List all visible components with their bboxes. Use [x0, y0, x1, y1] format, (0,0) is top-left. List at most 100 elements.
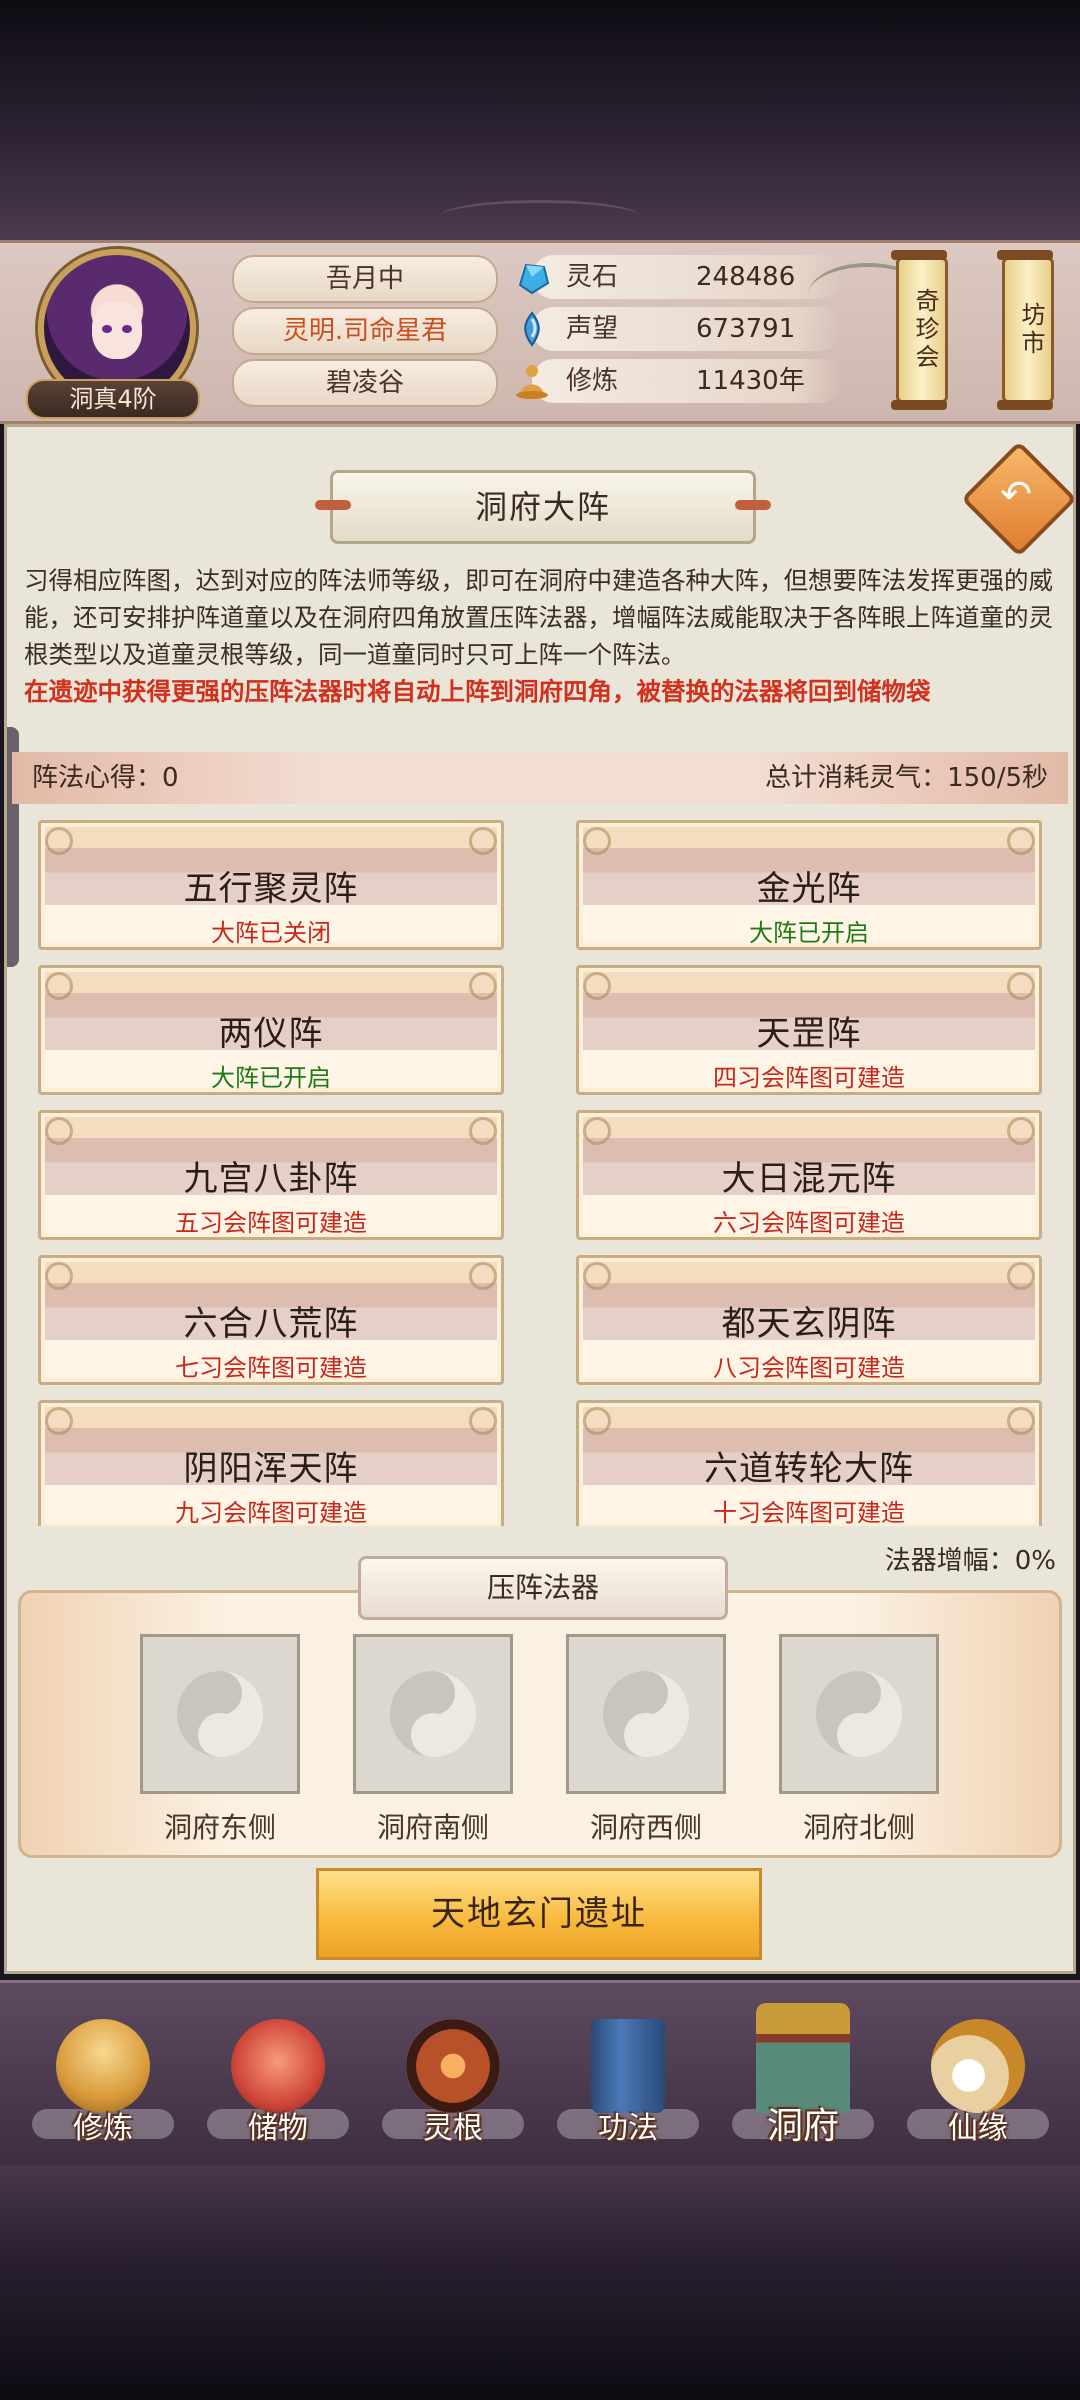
yin-yang-icon: [390, 1671, 476, 1757]
card-corner: [1007, 1117, 1035, 1145]
nav-label: 仙缘: [948, 2111, 1008, 2146]
card-corner: [1007, 827, 1035, 855]
spirit-stone-icon: [518, 263, 550, 295]
card-corner: [45, 1407, 73, 1435]
bottom-backdrop: [0, 2160, 1080, 2400]
banner-knob: [735, 500, 771, 510]
artifact-slot-north[interactable]: [779, 1634, 939, 1794]
info-bar: 阵法心得：0 总计消耗灵气：150/5秒: [12, 752, 1068, 804]
card-corner: [45, 827, 73, 855]
formation-name: 金光阵: [756, 869, 862, 909]
avatar-group[interactable]: 洞真4阶: [26, 249, 200, 421]
card-corner: [469, 1407, 497, 1435]
formation-name: 天罡阵: [756, 1014, 862, 1054]
nav-spirit-root[interactable]: 灵根: [368, 1983, 538, 2165]
card-corner: [1007, 1262, 1035, 1290]
yin-yang-icon: [603, 1671, 689, 1757]
card-corner: [45, 972, 73, 1000]
market-button[interactable]: 坊市: [997, 250, 1054, 410]
top-backdrop: [0, 0, 1080, 240]
stat-value: 673791: [696, 314, 796, 344]
slot-label: 洞府西侧: [589, 1811, 702, 1844]
formation-card[interactable]: 金光阵 大阵已开启: [576, 820, 1042, 950]
formation-status: 大阵已关闭: [211, 919, 331, 947]
nav-label: 灵根: [423, 2111, 483, 2146]
formation-status: 七习会阵图可建造: [175, 1354, 367, 1382]
yin-yang-icon: [816, 1671, 902, 1757]
formation-card[interactable]: 大日混元阵 六习会阵图可建造: [576, 1110, 1042, 1240]
slot-label: 洞府北侧: [802, 1811, 915, 1844]
card-corner: [583, 1117, 611, 1145]
formation-status: 大阵已开启: [749, 919, 869, 947]
yin-yang-icon: [177, 1671, 263, 1757]
card-corner: [1007, 972, 1035, 1000]
avatar-face: [92, 301, 142, 359]
formation-name: 五行聚灵阵: [183, 869, 359, 909]
player-header: 洞真4阶 吾月中 灵明.司命星君 碧凌谷 灵石 248486 声望 673791…: [0, 240, 1080, 424]
immortal-fate-icon: [931, 2019, 1025, 2113]
stat-spirit-stone: 灵石 248486: [512, 255, 842, 299]
formation-name: 大日混元阵: [721, 1159, 897, 1199]
nav-label: 修炼: [73, 2111, 133, 2146]
formation-status: 十习会阵图可建造: [713, 1499, 905, 1526]
reputation-icon: [524, 311, 540, 347]
formation-name: 两仪阵: [218, 1014, 324, 1054]
slot-label: 洞府南侧: [376, 1811, 489, 1844]
formation-card[interactable]: 都天玄阴阵 八习会阵图可建造: [576, 1255, 1042, 1385]
cultivation-icon: [516, 365, 548, 399]
player-name: 吾月中: [232, 255, 498, 303]
stat-value: 248486: [696, 262, 796, 292]
nav-cave-residence[interactable]: 洞府: [718, 1983, 888, 2165]
formation-status: 五习会阵图可建造: [175, 1209, 367, 1237]
card-corner: [583, 972, 611, 1000]
formation-card[interactable]: 五行聚灵阵 大阵已关闭: [38, 820, 504, 950]
description-block: 习得相应阵图，达到对应的阵法师等级，即可在洞府中建造各种大阵，但想要阵法发挥更强…: [24, 562, 1060, 710]
artifact-slot-east[interactable]: [140, 1634, 300, 1794]
treasure-fair-button[interactable]: 奇珍会: [891, 250, 948, 410]
nav-cultivate[interactable]: 修炼: [18, 1983, 188, 2165]
card-corner: [469, 972, 497, 1000]
stat-value: 11430年: [696, 366, 805, 396]
formation-card[interactable]: 九宫八卦阵 五习会阵图可建造: [38, 1110, 504, 1240]
artifact-slot-west[interactable]: [566, 1634, 726, 1794]
formation-status: 四习会阵图可建造: [713, 1064, 905, 1092]
formation-card[interactable]: 六道转轮大阵 十习会阵图可建造: [576, 1400, 1042, 1526]
stat-cultivation: 修炼 11430年: [512, 359, 842, 403]
formation-card[interactable]: 天罡阵 四习会阵图可建造: [576, 965, 1042, 1095]
back-arrow-icon[interactable]: ↶: [994, 472, 1038, 516]
formation-status: 九习会阵图可建造: [175, 1499, 367, 1526]
page-title-text: 洞府大阵: [474, 488, 611, 526]
formation-name: 阴阳浑天阵: [183, 1449, 359, 1489]
card-corner: [583, 1407, 611, 1435]
formation-name: 九宫八卦阵: [183, 1159, 359, 1199]
page-title: 洞府大阵: [315, 470, 771, 544]
artifact-slot-south[interactable]: [353, 1634, 513, 1794]
formation-card[interactable]: 六合八荒阵 七习会阵图可建造: [38, 1255, 504, 1385]
stat-reputation: 声望 673791: [512, 307, 842, 351]
card-corner: [469, 827, 497, 855]
stat-label: 声望: [566, 314, 619, 344]
formation-card[interactable]: 两仪阵 大阵已开启: [38, 965, 504, 1095]
formation-name: 都天玄阴阵: [721, 1304, 897, 1344]
card-corner: [583, 1262, 611, 1290]
card-corner: [1007, 1407, 1035, 1435]
artifact-boost: 法器增幅：0%: [884, 1546, 1056, 1576]
stat-label: 灵石: [566, 262, 619, 292]
player-title: 灵明.司命星君: [232, 307, 498, 355]
nav-storage[interactable]: 储物: [193, 1983, 363, 2165]
technique-book-icon: [591, 2019, 665, 2113]
nav-label: 洞府: [766, 2106, 839, 2147]
nav-immortal-fate[interactable]: 仙缘: [893, 1983, 1063, 2165]
nav-technique[interactable]: 功法: [543, 1983, 713, 2165]
card-corner: [469, 1117, 497, 1145]
formation-status: 六习会阵图可建造: [713, 1209, 905, 1237]
ruins-button[interactable]: 天地玄门遗址: [316, 1868, 762, 1960]
card-corner: [45, 1117, 73, 1145]
storage-bag-icon: [231, 2019, 325, 2113]
banner-knob: [315, 500, 351, 510]
formation-name: 六道转轮大阵: [704, 1449, 914, 1489]
formation-grid[interactable]: 五行聚灵阵 大阵已关闭 金光阵 大阵已开启 两仪阵 大阵已开启 天罡阵 四习会阵…: [38, 820, 1044, 1526]
notice-text: 在遗迹中获得更强的压阵法器时将自动上阵到洞府四角，被替换的法器将回到储物袋: [24, 677, 931, 706]
formation-card[interactable]: 阴阳浑天阵 九习会阵图可建造: [38, 1400, 504, 1526]
spirit-root-icon: [406, 2019, 500, 2113]
